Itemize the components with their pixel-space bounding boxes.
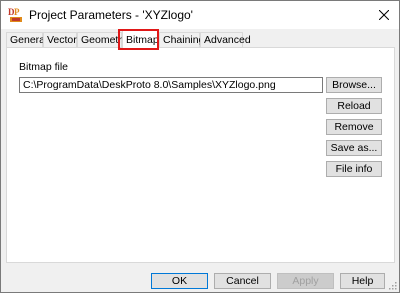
tab-bitmap[interactable]: Bitmap [122,30,159,49]
window-title: Project Parameters - 'XYZlogo' [29,8,193,22]
file-info-button[interactable]: File info [326,161,382,177]
browse-button[interactable]: Browse... [326,77,382,93]
close-icon [379,10,389,20]
help-button[interactable]: Help [340,273,385,289]
project-parameters-dialog: D P Project Parameters - 'XYZlogo' Gener… [0,0,400,293]
tab-vector[interactable]: Vector [43,32,77,48]
svg-text:P: P [14,7,20,17]
close-button[interactable] [369,1,399,29]
deskproto-icon: D P [8,7,22,22]
bitmap-file-path-field[interactable]: C:\ProgramData\DeskProto 8.0\Samples\XYZ… [19,77,323,93]
tab-general[interactable]: General [6,32,47,48]
tab-geometry[interactable]: Geometry [77,32,127,48]
resize-grip-icon[interactable] [387,280,397,290]
remove-button[interactable]: Remove [326,119,382,135]
save-as-button[interactable]: Save as... [326,140,382,156]
cancel-button[interactable]: Cancel [214,273,271,289]
reload-button[interactable]: Reload [326,98,382,114]
bitmap-panel: Bitmap file C:\ProgramData\DeskProto 8.0… [6,47,395,263]
tab-chaining[interactable]: Chaining [159,32,204,48]
bitmap-file-label: Bitmap file [19,61,69,73]
title-bar: D P Project Parameters - 'XYZlogo' [1,1,399,29]
tab-advanced[interactable]: Advanced [200,32,251,48]
ok-button[interactable]: OK [151,273,208,289]
apply-button[interactable]: Apply [277,273,334,289]
